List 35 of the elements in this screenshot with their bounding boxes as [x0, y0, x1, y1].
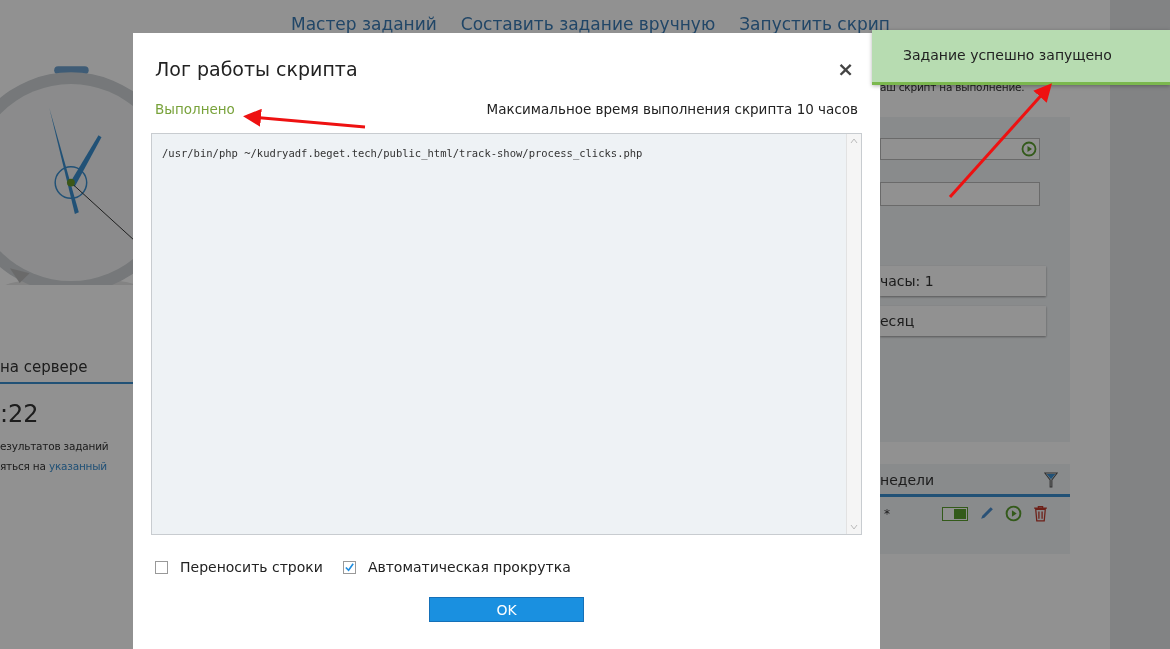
command-field[interactable] [880, 138, 1040, 160]
notice-text: яться на указанный [0, 460, 108, 472]
schedule-row[interactable]: часы: 1 [880, 266, 1046, 296]
scroll-up-icon[interactable] [850, 138, 858, 144]
close-button[interactable]: × [833, 57, 858, 81]
log-line: /usr/bin/php ~/kudryadf.beget.tech/public_html/track-show/process_clicks.php [162, 147, 644, 159]
play-icon[interactable] [1021, 141, 1037, 157]
nav-link[interactable]: Составить задание вручную [460, 14, 716, 34]
ok-button[interactable]: OK [429, 597, 584, 622]
checkbox[interactable] [155, 560, 168, 574]
input-field[interactable] [880, 182, 1040, 206]
schedule-row[interactable]: есяц [880, 306, 1046, 336]
checkbox[interactable] [342, 560, 356, 574]
server-time-tab[interactable]: на сервере [0, 358, 88, 376]
scrollbar[interactable] [846, 134, 861, 534]
table-cell-text: * [884, 506, 891, 521]
max-time-text: Максимальное время выполнения скрипта 10 часов [486, 101, 858, 117]
checkbox-label: Переносить строки [180, 559, 323, 575]
column-header: недели [880, 472, 935, 488]
checkbox-label: Автоматическая прокрутка [367, 559, 571, 575]
toast-message: Задание успешно запущено [903, 47, 1112, 63]
nav-link[interactable]: Мастер заданий [291, 14, 437, 34]
trash-icon[interactable] [1032, 505, 1049, 522]
pencil-icon[interactable] [978, 505, 995, 522]
hint-text: аш скрипт на выполнение. [880, 81, 1026, 95]
filter-icon[interactable] [1044, 472, 1058, 488]
server-time: :22 [0, 400, 40, 428]
play-icon[interactable] [1005, 505, 1022, 522]
scroll-down-icon[interactable] [850, 524, 858, 530]
notice-link[interactable]: указанный [48, 460, 107, 472]
toggle-switch[interactable] [942, 506, 968, 521]
notice-text: езультатов заданий [0, 440, 110, 452]
nav-link[interactable]: Запустить скрип [739, 14, 890, 34]
dialog-title: Лог работы скрипта [155, 58, 358, 80]
status-text: Выполнено [155, 101, 235, 117]
